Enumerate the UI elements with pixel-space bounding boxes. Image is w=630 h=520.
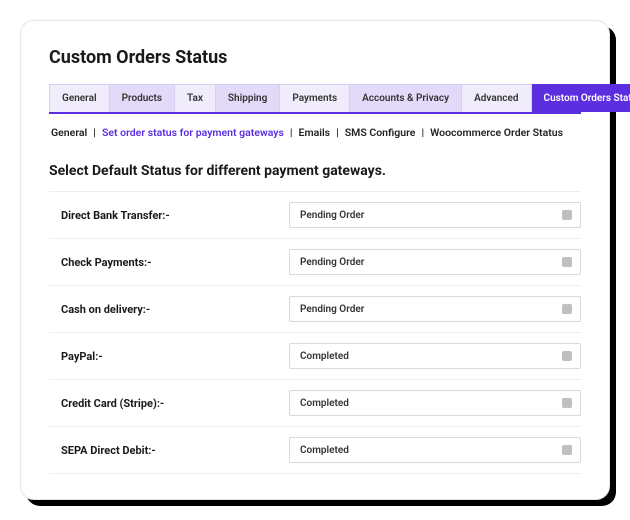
tab-payments[interactable]: Payments <box>280 84 350 112</box>
status-select-sepa-direct-debit[interactable]: Completed <box>289 437 581 463</box>
row-sepa-direct-debit: SEPA Direct Debit:- Completed <box>49 427 581 474</box>
select-value: Completed <box>300 351 349 362</box>
tab-advanced[interactable]: Advanced <box>462 84 531 112</box>
tab-custom-orders-status[interactable]: Custom Orders Status <box>532 84 630 112</box>
tab-general[interactable]: General <box>49 84 110 112</box>
subnav-general[interactable]: General <box>51 126 87 139</box>
dropdown-icon <box>562 304 572 314</box>
row-direct-bank-transfer: Direct Bank Transfer:- Pending Order <box>49 191 581 239</box>
tab-tax[interactable]: Tax <box>175 84 216 112</box>
status-select-cash-on-delivery[interactable]: Pending Order <box>289 296 581 322</box>
row-label: Check Payments:- <box>49 256 289 269</box>
gateway-status-rows: Direct Bank Transfer:- Pending Order Che… <box>49 191 581 474</box>
tab-products[interactable]: Products <box>110 84 175 112</box>
separator: | <box>336 126 339 139</box>
subnav-woocommerce-order-status[interactable]: Woocommerce Order Status <box>430 126 563 139</box>
separator: | <box>421 126 424 139</box>
tab-shipping[interactable]: Shipping <box>216 84 280 112</box>
status-select-paypal[interactable]: Completed <box>289 343 581 369</box>
subnav-emails[interactable]: Emails <box>299 126 331 139</box>
dropdown-icon <box>562 351 572 361</box>
status-select-direct-bank-transfer[interactable]: Pending Order <box>289 202 581 228</box>
row-label: PayPal:- <box>49 350 289 363</box>
row-check-payments: Check Payments:- Pending Order <box>49 239 581 286</box>
select-value: Pending Order <box>300 304 364 315</box>
row-paypal: PayPal:- Completed <box>49 333 581 380</box>
select-value: Completed <box>300 398 349 409</box>
row-label: Credit Card (Stripe):- <box>49 397 289 410</box>
row-label: SEPA Direct Debit:- <box>49 444 289 457</box>
subnav-set-order-status[interactable]: Set order status for payment gateways <box>102 126 284 139</box>
select-value: Completed <box>300 445 349 456</box>
row-credit-card-stripe: Credit Card (Stripe):- Completed <box>49 380 581 427</box>
primary-tabs: General Products Tax Shipping Payments A… <box>49 84 581 114</box>
dropdown-icon <box>562 210 572 220</box>
separator: | <box>290 126 293 139</box>
select-value: Pending Order <box>300 210 364 221</box>
secondary-nav: General | Set order status for payment g… <box>49 114 581 155</box>
row-label: Cash on delivery:- <box>49 303 289 316</box>
dropdown-icon <box>562 445 572 455</box>
row-cash-on-delivery: Cash on delivery:- Pending Order <box>49 286 581 333</box>
settings-card: Custom Orders Status General Products Ta… <box>20 20 610 500</box>
dropdown-icon <box>562 257 572 267</box>
row-label: Direct Bank Transfer:- <box>49 209 289 222</box>
section-title: Select Default Status for different paym… <box>49 163 581 179</box>
dropdown-icon <box>562 398 572 408</box>
page-title: Custom Orders Status <box>49 47 581 68</box>
tab-accounts-privacy[interactable]: Accounts & Privacy <box>350 84 462 112</box>
subnav-sms-configure[interactable]: SMS Configure <box>345 126 416 139</box>
status-select-credit-card-stripe[interactable]: Completed <box>289 390 581 416</box>
status-select-check-payments[interactable]: Pending Order <box>289 249 581 275</box>
separator: | <box>93 126 96 139</box>
select-value: Pending Order <box>300 257 364 268</box>
